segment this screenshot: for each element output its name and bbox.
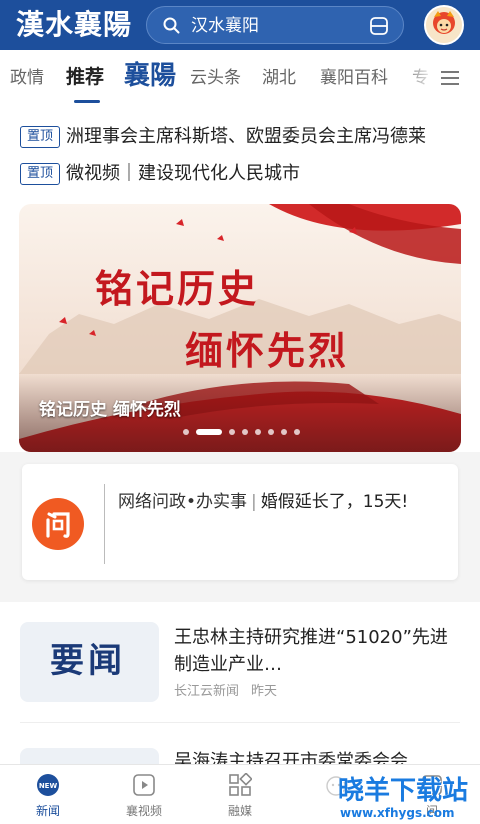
carousel-dot[interactable] [183, 429, 189, 435]
carousel-dot[interactable] [255, 429, 261, 435]
svg-text:NEW: NEW [39, 782, 58, 790]
banner-headline-2: 缅怀先烈 [185, 328, 350, 373]
wenzheng-source: 网络问政•办实事 [118, 492, 248, 512]
wenzheng-text: 网络问政•办实事 | 婚假延长了，15天! [118, 488, 436, 516]
pinned-badge: 置顶 [20, 163, 60, 185]
nav-video[interactable]: 襄视频 [96, 765, 192, 824]
channel-menu-icon[interactable] [440, 70, 460, 86]
top-header: 漢水襄陽 汉水襄阳 [0, 0, 480, 50]
grid-icon [229, 773, 252, 796]
user-avatar[interactable] [424, 5, 464, 45]
divider [20, 722, 460, 723]
news-title[interactable]: 王忠林主持研究推进“51020”先进制造业产业… [174, 624, 464, 678]
pinned-title: 洲理事会主席科斯塔、欧盟委员会主席冯德莱 [66, 126, 426, 147]
carousel-dot[interactable] [242, 429, 248, 435]
carousel-dot[interactable] [281, 429, 287, 435]
wenzheng-divider [104, 484, 105, 564]
news-time: 昨天 [251, 684, 278, 699]
pinned-item[interactable]: 置顶 洲理事会主席科斯塔、欧盟委员会主席冯德莱 [20, 125, 480, 149]
wenzheng-separator: | [251, 492, 257, 512]
watermark-url: www.xfhygs.com [340, 806, 455, 820]
tab-xiangyang-baike[interactable]: 襄阳百科 [320, 66, 388, 90]
active-tab-indicator [74, 100, 100, 103]
wenzheng-headline: 婚假延长了，15天! [260, 492, 409, 512]
tab-xiangyang[interactable]: 襄陽 [124, 60, 176, 92]
carousel-dot[interactable] [229, 429, 235, 435]
banner-headline-1: 铭记历史 [95, 266, 260, 311]
news-icon: NEW [37, 774, 59, 796]
tab-hubei[interactable]: 湖北 [262, 66, 296, 90]
wenzheng-card[interactable]: 网络问政•办实事 | 婚假延长了，15天! [22, 464, 458, 580]
nav-label: 融媒 [227, 804, 252, 818]
scan-icon[interactable] [369, 16, 389, 36]
search-bar[interactable]: 汉水襄阳 [146, 6, 404, 44]
wenzheng-logo [32, 498, 84, 550]
tab-yuntoutiao[interactable]: 云头条 [190, 66, 241, 90]
mascot-avatar-icon [426, 7, 462, 43]
play-icon [133, 774, 155, 796]
watermark-logo: 晓羊下载站 [338, 776, 469, 806]
pinned-badge: 置顶 [20, 126, 60, 148]
banner-caption: 铭记历史 缅怀先烈 [39, 400, 181, 420]
channel-tabs: 政情 推荐 襄陽 云头条 湖北 襄阳百科 专 [0, 50, 480, 106]
carousel-dot[interactable] [196, 429, 222, 435]
app-screen: 漢水襄陽 汉水襄阳 政情 推荐 襄陽 云头条 湖北 襄阳百科 置顶 洲理事会主席… [0, 0, 480, 824]
search-placeholder: 汉水襄阳 [191, 16, 259, 36]
tab-zhengqing[interactable]: 政情 [10, 66, 44, 90]
news-source: 长江云新闻 [174, 684, 240, 699]
tab-tuijian[interactable]: 推荐 [66, 65, 104, 89]
news-thumbnail[interactable]: 要闻 [20, 622, 159, 702]
carousel-dot[interactable] [294, 429, 300, 435]
carousel-dot[interactable] [268, 429, 274, 435]
nav-media[interactable]: 融媒 [192, 765, 288, 824]
pinned-title: 微视频｜建设现代化人民城市 [66, 163, 300, 184]
news-meta: 长江云新闻 昨天 [174, 683, 277, 701]
nav-label: 新闻 [35, 804, 60, 818]
pinned-item[interactable]: 置顶 微视频｜建设现代化人民城市 [20, 162, 480, 186]
search-icon [163, 17, 180, 34]
banner-carousel[interactable]: 铭记历史 缅怀先烈 铭记历史 缅怀先烈 [19, 204, 461, 452]
app-logo: 漢水襄陽 [16, 8, 133, 41]
wen-icon [46, 512, 70, 538]
news-thumb-text: 要闻 [50, 641, 126, 681]
nav-label: 襄视频 [125, 804, 162, 818]
nav-news[interactable]: NEW 新闻 [0, 765, 96, 824]
carousel-dots [183, 429, 307, 435]
